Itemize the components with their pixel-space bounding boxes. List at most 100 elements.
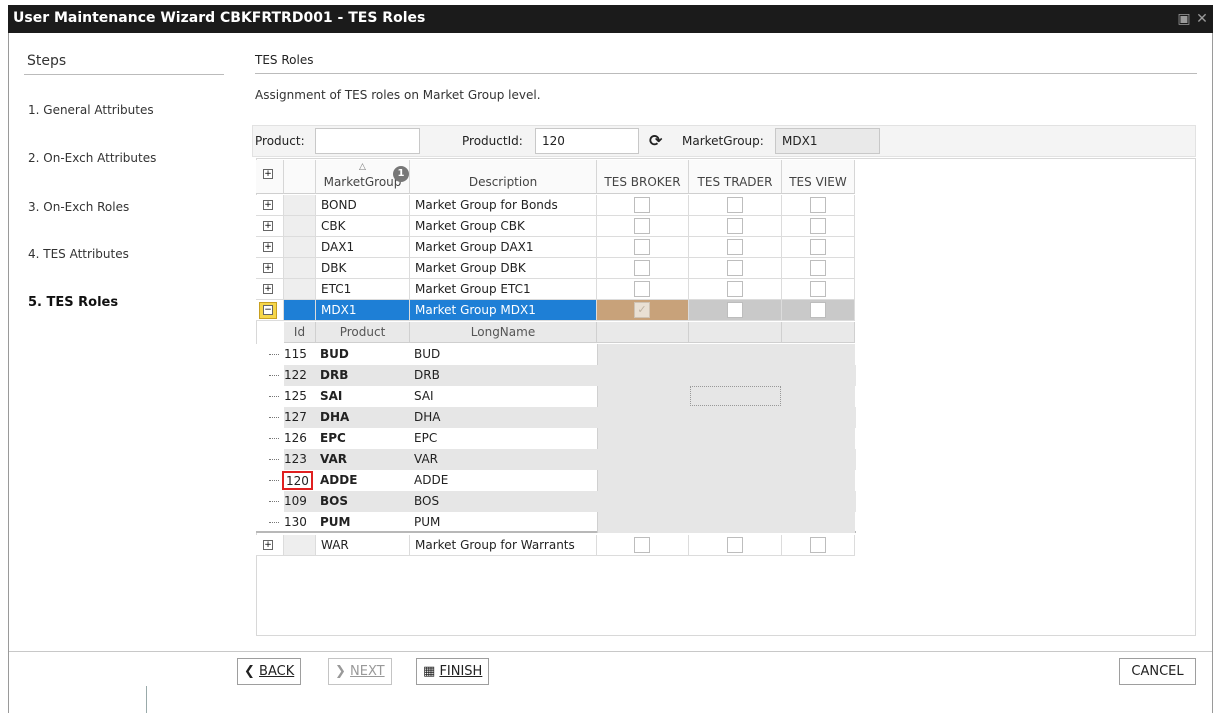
subgrid-row[interactable]: 127 DHA DHA xyxy=(256,407,856,428)
expand-row-icon[interactable]: + xyxy=(263,200,273,210)
table-row[interactable]: + BOND Market Group for Bonds xyxy=(256,195,856,216)
subgrid-cell-product: BUD xyxy=(320,347,349,361)
subgrid-row[interactable]: 123 VAR VAR xyxy=(256,449,856,470)
subgrid-cell-product: DRB xyxy=(320,368,349,382)
productid-label: ProductId: xyxy=(462,134,523,148)
checkbox-tes-trader[interactable] xyxy=(727,197,743,213)
subgrid-cell-longname: DHA xyxy=(414,410,441,424)
expand-all-icon[interactable]: + xyxy=(263,169,273,179)
step-tes-roles[interactable]: 5. TES Roles xyxy=(28,295,118,310)
subgrid-cell-id: 127 xyxy=(284,410,307,424)
next-button[interactable]: ❯ NEXT xyxy=(328,658,392,685)
cell-description: Market Group DAX1 xyxy=(410,237,597,258)
checkbox-tes-trader[interactable] xyxy=(727,218,743,234)
column-header-tes-broker[interactable]: TES BROKER xyxy=(597,160,689,194)
checkbox-tes-view[interactable] xyxy=(810,302,826,318)
finish-button[interactable]: ▦ FINISH xyxy=(416,658,490,685)
collapse-row-icon[interactable]: − xyxy=(263,305,273,315)
table-row[interactable]: + WAR Market Group for Warrants xyxy=(256,535,856,556)
subgrid-cell-longname: BOS xyxy=(414,494,440,508)
productid-input[interactable]: 120 xyxy=(535,128,639,154)
product-label: Product: xyxy=(255,134,305,148)
checkbox-tes-broker[interactable] xyxy=(634,260,650,276)
cell-description: Market Group ETC1 xyxy=(410,279,597,300)
product-input[interactable] xyxy=(315,128,420,154)
column-header-tes-trader[interactable]: TES TRADER xyxy=(689,160,782,194)
checkbox-tes-view[interactable] xyxy=(810,537,826,553)
next-button-label: NEXT xyxy=(350,664,385,679)
close-icon[interactable]: ✕ xyxy=(1194,11,1210,27)
step-on-exch-roles[interactable]: 3. On-Exch Roles xyxy=(28,200,129,214)
subgrid-cell-product: ADDE xyxy=(320,473,358,487)
subgrid-cell-product: PUM xyxy=(320,515,351,529)
expand-row-icon[interactable]: + xyxy=(263,221,273,231)
window-icon[interactable]: ▣ xyxy=(1176,11,1192,27)
checkbox-tes-view[interactable] xyxy=(810,260,826,276)
checkbox-tes-view[interactable] xyxy=(810,239,826,255)
footer-divider xyxy=(9,651,1212,652)
refresh-icon[interactable]: ⟳ xyxy=(649,133,667,151)
table-row[interactable]: + DAX1 Market Group DAX1 xyxy=(256,237,856,258)
subgrid-cell-id: 126 xyxy=(284,431,307,445)
checkbox-tes-view[interactable] xyxy=(810,218,826,234)
subgrid-cell-longname: EPC xyxy=(414,431,438,445)
expand-row-icon[interactable]: + xyxy=(263,540,273,550)
subgrid-cell-longname: DRB xyxy=(414,368,440,382)
marketgroup-field: MDX1 xyxy=(775,128,880,154)
table-row[interactable]: + DBK Market Group DBK xyxy=(256,258,856,279)
back-button[interactable]: ❮ BACK xyxy=(237,658,302,685)
splitter-line xyxy=(146,686,147,713)
subgrid-row[interactable]: 126 EPC EPC xyxy=(256,428,856,449)
checkbox-tes-trader[interactable] xyxy=(727,239,743,255)
subgrid-row[interactable]: 109 BOS BOS xyxy=(256,491,856,512)
checkbox-tes-broker[interactable] xyxy=(634,239,650,255)
sort-order-badge: 1 xyxy=(393,166,409,182)
header-indicator-cell xyxy=(284,160,316,194)
subgrid-header-product[interactable]: Product xyxy=(316,322,410,343)
subgrid-row-highlighted[interactable]: 120 ADDE ADDE xyxy=(256,470,856,491)
cancel-button[interactable]: CANCEL xyxy=(1119,658,1196,685)
subgrid-row[interactable]: 122 DRB DRB xyxy=(256,365,856,386)
subgrid-header-blank xyxy=(597,322,689,343)
subgrid-row[interactable]: 130 PUM PUM xyxy=(256,512,856,533)
cell-description: Market Group CBK xyxy=(410,216,597,237)
step-on-exch-attributes[interactable]: 2. On-Exch Attributes xyxy=(28,151,156,165)
table-row-selected[interactable]: − MDX1 Market Group MDX1 ✓ xyxy=(256,300,856,321)
checkbox-tes-broker-checked[interactable]: ✓ xyxy=(634,302,650,318)
subgrid-row[interactable]: 115 BUD BUD xyxy=(256,344,856,365)
expand-row-icon[interactable]: + xyxy=(263,263,273,273)
cell-description: Market Group for Bonds xyxy=(410,195,597,216)
subgrid-cell-longname: ADDE xyxy=(414,473,449,487)
checkbox-tes-view[interactable] xyxy=(810,281,826,297)
window-title: User Maintenance Wizard CBKFRTRD001 - TE… xyxy=(13,10,426,26)
step-tes-attributes[interactable]: 4. TES Attributes xyxy=(28,247,129,261)
checkbox-tes-broker[interactable] xyxy=(634,537,650,553)
subgrid-cell-product: VAR xyxy=(320,452,347,466)
step-general-attributes[interactable]: 1. General Attributes xyxy=(28,103,154,117)
subgrid-cell-id: 115 xyxy=(284,347,307,361)
column-header-description[interactable]: Description xyxy=(410,160,597,194)
cell-marketgroup: MDX1 xyxy=(316,300,410,321)
subgrid-cell-longname: PUM xyxy=(414,515,441,529)
table-row[interactable]: + CBK Market Group CBK xyxy=(256,216,856,237)
subgrid-header-id[interactable]: Id xyxy=(284,322,316,343)
subgrid-cell-id-highlighted: 120 xyxy=(282,471,313,490)
column-header-tes-view[interactable]: TES VIEW xyxy=(782,160,855,194)
chevron-right-icon: ❯ xyxy=(335,664,346,679)
checkbox-tes-trader[interactable] xyxy=(727,302,743,318)
cell-description: Market Group for Warrants xyxy=(410,535,597,556)
table-row[interactable]: + ETC1 Market Group ETC1 xyxy=(256,279,856,300)
checkbox-tes-trader[interactable] xyxy=(727,281,743,297)
expand-row-icon[interactable]: + xyxy=(263,284,273,294)
checkbox-tes-broker[interactable] xyxy=(634,197,650,213)
subgrid-row[interactable]: 125 SAI SAI xyxy=(256,386,856,407)
checkbox-tes-broker[interactable] xyxy=(634,281,650,297)
finish-button-label: FINISH xyxy=(439,664,483,679)
subgrid-header-blank xyxy=(782,322,855,343)
subgrid-header-longname[interactable]: LongName xyxy=(410,322,597,343)
checkbox-tes-trader[interactable] xyxy=(727,260,743,276)
checkbox-tes-trader[interactable] xyxy=(727,537,743,553)
checkbox-tes-broker[interactable] xyxy=(634,218,650,234)
checkbox-tes-view[interactable] xyxy=(810,197,826,213)
expand-row-icon[interactable]: + xyxy=(263,242,273,252)
